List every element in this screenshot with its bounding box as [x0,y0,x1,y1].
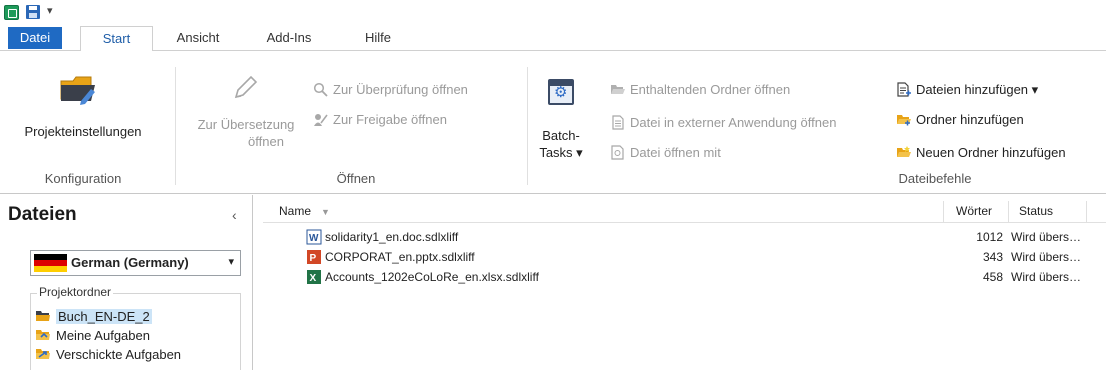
file-name: CORPORAT_en.pptx.sdlxliff [325,250,475,264]
tab-start[interactable]: Start [80,26,153,52]
language-select-value: German (Germany) [71,255,189,270]
projektordner-legend: Projektordner [37,285,114,299]
datei-oeffnen-mit-button[interactable]: Datei öffnen mit [610,144,721,162]
svg-text:X: X [310,273,317,284]
zur-ueberpruefung-oeffnen-button[interactable]: Zur Überprüfung öffnen [313,81,468,99]
group-separator [175,67,176,185]
table-row[interactable]: X Accounts_1202eCoLoRe_en.xlsx.sdlxliff … [263,268,1106,288]
pane-title: Dateien [8,204,77,225]
zur-ueberpruefung-label: Zur Überprüfung öffnen [333,82,468,97]
magnifier-icon [313,82,328,97]
batch-tasks-label-1: Batch- [542,128,580,143]
navigation-pane: Dateien ‹ German (Germany) ▾ Projektordn… [0,195,253,370]
oeffnen-mit-label: Datei öffnen mit [630,145,721,160]
column-separator [943,201,944,223]
tab-datei[interactable]: Datei [8,27,62,49]
projektordner-group: Projektordner Buch_EN-DE_2 Meine Aufgabe… [30,285,241,370]
column-header-words[interactable]: Wörter [956,204,992,218]
group-label-konfiguration: Konfiguration [44,171,122,186]
external-file-icon [610,115,625,130]
column-separator [1008,201,1009,223]
svg-text:P: P [310,253,317,264]
group-label-dateibefehle: Dateibefehle [898,171,972,186]
word-count: 343 [982,250,1003,264]
save-icon[interactable] [26,5,40,19]
zur-freigabe-oeffnen-button[interactable]: Zur Freigabe öffnen [313,111,447,129]
file-list: Name ▼ Wörter Status W solidarity1_en.do… [263,195,1106,370]
ordner-hinzufuegen-button[interactable]: Ordner hinzufügen [896,111,1024,129]
zur-uebersetzung-label-2: öffnen [248,134,284,149]
svg-text:W: W [309,233,319,244]
file-status: Wird übers… [1011,230,1082,244]
ribbon-tabs: Datei Start Ansicht Add-Ins Hilfe [0,26,1106,52]
quick-access-toolbar: ▾ [0,0,1106,26]
language-select[interactable]: German (Germany) ▾ [30,250,241,276]
column-header-status[interactable]: Status [1019,204,1053,218]
verschickte-aufgaben-item[interactable]: Verschickte Aufgaben [35,346,181,363]
sign-off-icon [313,112,328,127]
app-icon[interactable] [4,5,19,20]
open-with-icon [610,145,625,160]
enthaltenden-ordner-oeffnen-button[interactable]: Enthaltenden Ordner öffnen [610,81,790,99]
neuen-ordner-label: Neuen Ordner hinzufügen [916,145,1066,160]
project-folder-icon [35,309,51,323]
meine-aufgaben-item[interactable]: Meine Aufgaben [35,327,150,344]
zur-uebersetzung-oeffnen-button[interactable]: Zur Übersetzung öffnen [186,67,306,150]
zur-freigabe-label: Zur Freigabe öffnen [333,112,447,127]
ordner-hinzufuegen-label: Ordner hinzufügen [916,112,1024,127]
meine-aufgaben-label: Meine Aufgaben [56,328,150,343]
collapse-pane-icon[interactable]: ‹ [232,207,237,223]
dateien-hinzufuegen-button[interactable]: Dateien hinzufügen ▾ [896,81,1038,99]
file-list-header: Name ▼ Wörter Status [263,201,1106,223]
projekteinstellungen-label: Projekteinstellungen [24,124,142,139]
file-name: solidarity1_en.doc.sdlxliff [325,230,459,244]
tab-ansicht[interactable]: Ansicht [168,26,228,51]
projekteinstellungen-button[interactable]: Projekteinstellungen [8,67,158,140]
table-row[interactable]: P CORPORAT_en.pptx.sdlxliff 343 Wird übe… [263,248,1106,268]
new-folder-icon [896,145,911,160]
batch-tasks-label-2: Tasks ▾ [539,145,583,160]
table-row[interactable]: W solidarity1_en.doc.sdlxliff 1012 Wird … [263,228,1106,248]
word-count: 1012 [976,230,1003,244]
sort-arrow-icon: ▼ [321,207,330,217]
customize-toolbar-icon[interactable]: ▾ [47,3,57,19]
file-status: Wird übers… [1011,250,1082,264]
project-folder-item[interactable]: Buch_EN-DE_2 [35,308,152,325]
add-folder-icon [896,112,911,127]
ribbon: Projekteinstellungen Konfiguration Zur Ü… [0,51,1106,194]
my-tasks-icon [35,328,51,342]
add-files-icon [896,82,911,97]
sent-tasks-icon [35,347,51,361]
word-icon: W [306,229,322,245]
datei-in-externer-anwendung-button[interactable]: Datei in externer Anwendung öffnen [610,114,836,132]
german-flag-icon [34,254,67,272]
tab-add-ins[interactable]: Add-Ins [253,26,325,51]
open-folder-icon [610,82,625,97]
enthaltenden-ordner-label: Enthaltenden Ordner öffnen [630,82,791,97]
column-separator [1086,201,1087,223]
tab-hilfe[interactable]: Hilfe [348,26,408,51]
file-status: Wird übers… [1011,270,1082,284]
word-count: 458 [982,270,1003,284]
powerpoint-icon: P [306,249,322,265]
group-label-oeffnen: Öffnen [336,171,376,186]
batch-tasks-button[interactable]: Batch- Tasks ▾ [536,67,586,161]
file-name: Accounts_1202eCoLoRe_en.xlsx.sdlxliff [325,270,539,284]
pencil-icon [234,75,258,99]
chevron-down-icon: ▾ [228,256,234,268]
zur-uebersetzung-label-1: Zur Übersetzung [197,117,295,132]
neuen-ordner-hinzufuegen-button[interactable]: Neuen Ordner hinzufügen [896,144,1066,162]
externe-anwendung-label: Datei in externer Anwendung öffnen [630,115,837,130]
folder-settings-icon [60,76,95,105]
dateien-hinzufuegen-label: Dateien hinzufügen ▾ [916,82,1039,97]
column-header-name[interactable]: Name [279,204,311,218]
excel-icon: X [306,269,322,285]
group-separator [527,67,528,185]
project-folder-label: Buch_EN-DE_2 [56,309,152,324]
batch-tasks-icon [548,79,574,105]
verschickte-aufgaben-label: Verschickte Aufgaben [56,347,182,362]
